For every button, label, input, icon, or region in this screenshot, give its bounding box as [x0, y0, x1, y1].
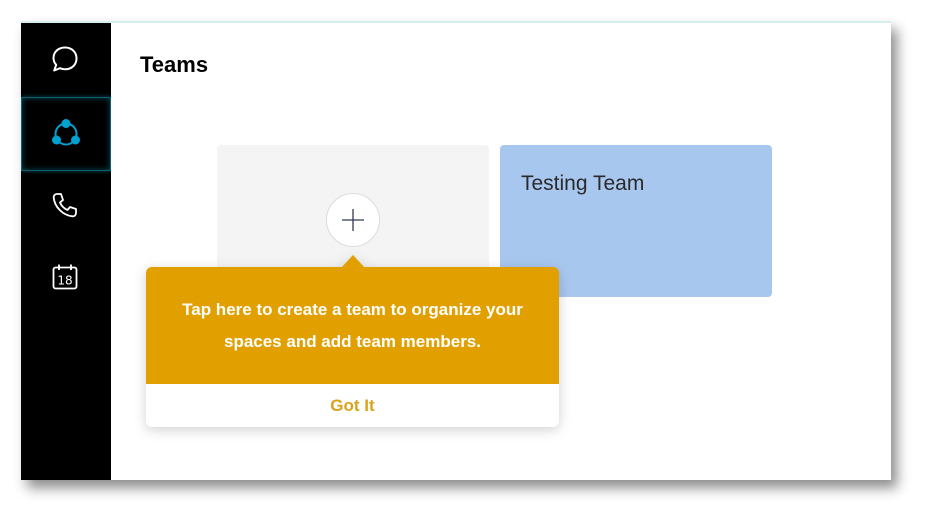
- got-it-button[interactable]: Got It: [330, 396, 374, 416]
- calendar-icon: 18: [52, 264, 78, 290]
- plus-icon: [342, 209, 364, 231]
- teams-page: Teams Testing Team Tap here to create a …: [111, 23, 891, 480]
- navigation-rail: 18: [21, 23, 111, 480]
- team-name: Testing Team: [521, 172, 645, 195]
- app-window: 18 Teams Testing Team Tap here to create…: [21, 21, 891, 480]
- rail-item-teams[interactable]: [21, 97, 111, 171]
- calendar-day-label: 18: [57, 274, 72, 288]
- rail-item-calendar[interactable]: 18: [21, 241, 109, 313]
- teams-icon: [52, 119, 80, 146]
- coachmark-footer: Got It: [146, 384, 559, 427]
- chat-icon: [52, 46, 78, 72]
- coachmark-text: Tap here to create a team to organize yo…: [182, 299, 523, 351]
- coachmark-popover: Tap here to create a team to organize yo…: [146, 255, 559, 427]
- phone-icon: [52, 193, 77, 218]
- page-title: Teams: [140, 52, 209, 77]
- rail-item-messages[interactable]: [21, 23, 109, 95]
- coachmark-body: Tap here to create a team to organize yo…: [146, 267, 559, 384]
- create-team-button[interactable]: [326, 193, 380, 247]
- rail-item-calls[interactable]: [21, 169, 109, 241]
